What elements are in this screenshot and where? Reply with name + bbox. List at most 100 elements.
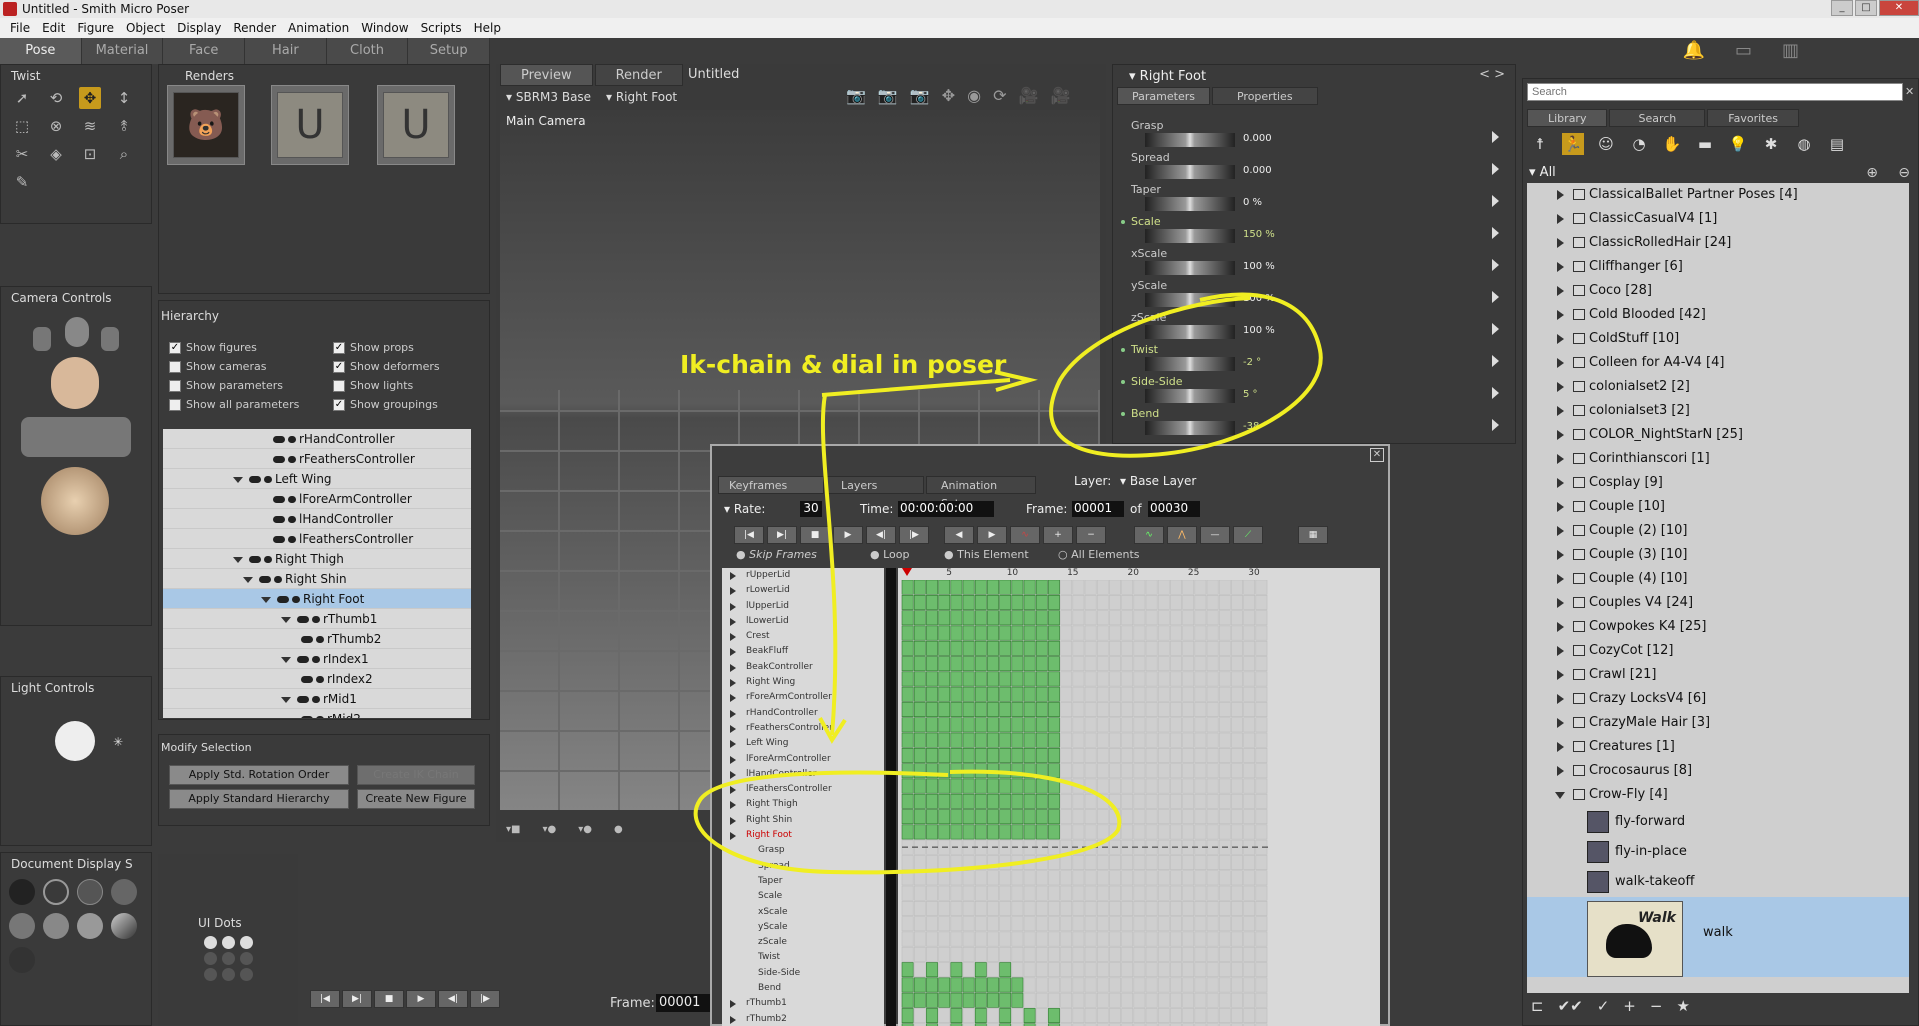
- kf-cell[interactable]: [1255, 793, 1268, 809]
- kf-cell[interactable]: [950, 610, 963, 626]
- kf-cell[interactable]: [1145, 580, 1158, 595]
- kf-cell[interactable]: [1145, 946, 1158, 962]
- light-sun-icon[interactable]: ✳: [113, 735, 123, 749]
- kf-cell[interactable]: [1084, 732, 1097, 748]
- kf-element-row[interactable]: Right Wing: [722, 675, 884, 690]
- kf-cell[interactable]: [913, 855, 926, 870]
- kf-cell[interactable]: [1145, 885, 1158, 901]
- expand-arrow-icon[interactable]: [1557, 214, 1564, 224]
- kf-cell[interactable]: [901, 732, 914, 748]
- kf-cell[interactable]: [1035, 962, 1048, 978]
- kf-cell[interactable]: [974, 763, 987, 779]
- kf-cell[interactable]: [1023, 717, 1036, 733]
- kf-cell[interactable]: [938, 916, 951, 932]
- kf-cell[interactable]: [1011, 1008, 1024, 1023]
- param-menu-arrow-icon[interactable]: [1492, 131, 1499, 143]
- kf-cell[interactable]: [1035, 595, 1048, 610]
- kf-cell[interactable]: [1023, 870, 1036, 886]
- kf-cell[interactable]: [962, 793, 975, 809]
- kf-cell[interactable]: [962, 763, 975, 779]
- expand-arrow-icon[interactable]: [233, 556, 243, 563]
- kf-cell[interactable]: [1011, 992, 1024, 1008]
- kf-cell[interactable]: [913, 900, 926, 916]
- kf-cell[interactable]: [1109, 748, 1121, 763]
- expand-arrow-icon[interactable]: [730, 663, 736, 672]
- param-value[interactable]: 150 %: [1243, 229, 1275, 240]
- kf-cell[interactable]: [1206, 900, 1219, 916]
- kf-cell[interactable]: [901, 610, 914, 626]
- kf-cell[interactable]: [1096, 992, 1109, 1008]
- param-value[interactable]: 0.000: [1243, 165, 1272, 176]
- kf-cell[interactable]: [901, 702, 914, 718]
- kf-cell[interactable]: [938, 977, 951, 993]
- kf-cell[interactable]: [1194, 656, 1207, 672]
- props-icon[interactable]: ▬: [1694, 133, 1716, 155]
- kf-cell[interactable]: [1231, 625, 1243, 641]
- kf-cell[interactable]: [1109, 946, 1121, 962]
- kf-cell[interactable]: [1048, 1008, 1060, 1023]
- kf-cell[interactable]: [1133, 1008, 1146, 1023]
- kf-cell[interactable]: [1157, 625, 1170, 641]
- kf-cell[interactable]: [1157, 717, 1170, 733]
- kf-cell[interactable]: [1096, 625, 1109, 641]
- param-dial[interactable]: [1145, 261, 1235, 275]
- kf-cell[interactable]: [1231, 946, 1243, 962]
- kf-cell[interactable]: [1072, 793, 1085, 809]
- kf-cell[interactable]: [1048, 702, 1060, 718]
- kf-cell[interactable]: [1170, 992, 1182, 1008]
- kf-element-row[interactable]: Right Thigh: [722, 797, 884, 812]
- ui-dot[interactable]: [204, 952, 217, 965]
- kf-cell[interactable]: [1243, 931, 1256, 947]
- param-dial[interactable]: [1145, 325, 1235, 339]
- kf-cell[interactable]: [1096, 656, 1109, 672]
- kf-cell[interactable]: [987, 656, 999, 672]
- kf-cell[interactable]: [974, 870, 987, 886]
- kf-cell[interactable]: [1133, 763, 1146, 779]
- cameras-icon[interactable]: ✱: [1760, 133, 1782, 155]
- kf-cell[interactable]: [1011, 900, 1024, 916]
- kf-cell[interactable]: [987, 717, 999, 733]
- linear-interp-icon[interactable]: ⋀: [1167, 526, 1197, 544]
- kf-cell[interactable]: [1060, 931, 1073, 947]
- visibility-eye-icon[interactable]: [249, 556, 261, 563]
- kf-cell[interactable]: [1170, 809, 1182, 825]
- param-dial[interactable]: [1145, 197, 1235, 211]
- kf-cell[interactable]: [1206, 717, 1219, 733]
- kf-cell[interactable]: [926, 962, 938, 978]
- kf-cell[interactable]: [1048, 809, 1060, 825]
- kf-cell[interactable]: [1157, 855, 1170, 870]
- kf-cell[interactable]: [987, 855, 999, 870]
- kf-cell[interactable]: [1060, 855, 1073, 870]
- expand-arrow-icon[interactable]: [730, 755, 736, 764]
- kf-cell[interactable]: [1060, 625, 1073, 641]
- kf-cell[interactable]: [1109, 977, 1121, 993]
- kf-cell[interactable]: [1048, 916, 1060, 932]
- kf-cell[interactable]: [999, 580, 1012, 595]
- kf-cell[interactable]: [1170, 885, 1182, 901]
- kf-cell[interactable]: [1231, 962, 1243, 978]
- kf-cell[interactable]: [1243, 732, 1256, 748]
- kf-cell[interactable]: [1182, 793, 1195, 809]
- all-elements-option[interactable]: ○ All Elements: [1058, 548, 1140, 561]
- kf-cell[interactable]: [938, 962, 951, 978]
- kf-cell[interactable]: [926, 748, 938, 763]
- kf-cell[interactable]: [1157, 916, 1170, 932]
- kf-cell[interactable]: [1182, 625, 1195, 641]
- kf-cell[interactable]: [950, 595, 963, 610]
- kf-cell[interactable]: [1255, 824, 1268, 840]
- kf-cell[interactable]: [1072, 977, 1085, 993]
- kf-cell[interactable]: [1096, 640, 1109, 656]
- kf-cell[interactable]: [926, 992, 938, 1008]
- kf-cell[interactable]: [1218, 732, 1231, 748]
- kf-cell[interactable]: [1145, 671, 1158, 687]
- kf-cell[interactable]: [974, 717, 987, 733]
- expand-arrow-icon[interactable]: [1557, 526, 1564, 536]
- kf-cell[interactable]: [999, 962, 1012, 978]
- library-folder[interactable]: colonialset2 [2]: [1527, 375, 1909, 399]
- param-menu-arrow-icon[interactable]: [1492, 163, 1499, 175]
- kf-cell[interactable]: [999, 900, 1012, 916]
- kf-cell[interactable]: [938, 625, 951, 641]
- kf-cell[interactable]: [901, 656, 914, 672]
- kf-cell[interactable]: [926, 686, 938, 702]
- materials-icon[interactable]: ◍: [1793, 133, 1815, 155]
